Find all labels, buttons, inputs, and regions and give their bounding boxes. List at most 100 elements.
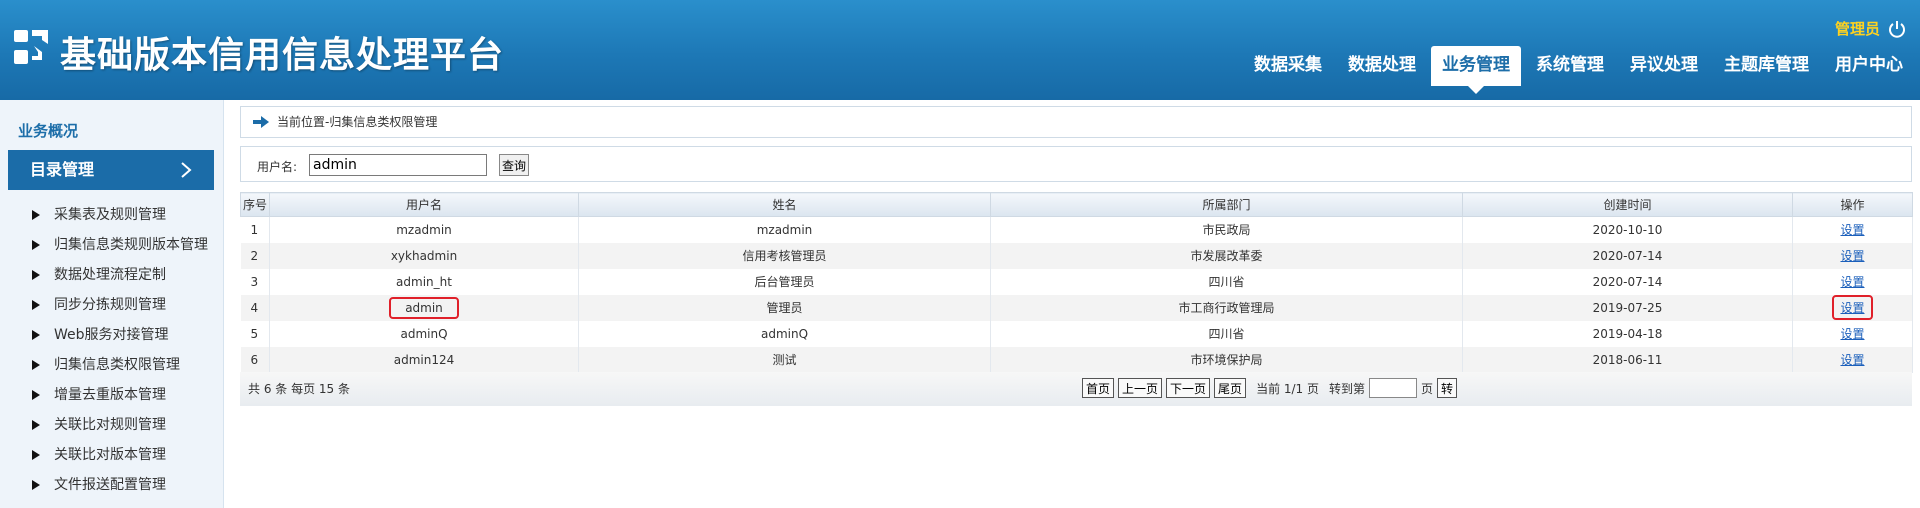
sidebar-item[interactable]: 增量去重版本管理 <box>0 380 224 410</box>
cell-department: 市民政局 <box>990 216 1463 243</box>
username-search-input[interactable] <box>309 154 487 176</box>
triangle-right-icon <box>32 210 40 220</box>
cell-action: 设置 <box>1792 294 1913 321</box>
last-page-button[interactable]: 尾页 <box>1214 378 1247 398</box>
chevron-right-icon <box>181 162 192 178</box>
cell-department: 四川省 <box>990 320 1463 347</box>
goto-button[interactable]: 转 <box>1437 378 1458 398</box>
col-header-username: 用户名 <box>269 192 579 217</box>
user-name[interactable]: 管理员 <box>1835 18 1880 39</box>
pager-summary: 共 6 条 每页 15 条 <box>248 382 350 396</box>
power-icon[interactable] <box>1888 20 1906 38</box>
sidebar-item[interactable]: 文件报送配置管理 <box>0 470 224 500</box>
goto-page-input[interactable] <box>1369 378 1418 398</box>
sidebar-active-label: 目录管理 <box>30 160 95 179</box>
cell-index: 4 <box>240 294 270 321</box>
user-area: 管理员 <box>1835 18 1906 39</box>
highlighted-username: admin <box>389 296 459 319</box>
current-page-text: 当前 1/1 页 <box>1256 381 1320 396</box>
sidebar-item[interactable]: 归集信息类规则版本管理 <box>0 230 224 260</box>
settings-link[interactable]: 设置 <box>1840 275 1864 289</box>
table-header-row: 序号 用户名 姓名 所属部门 创建时间 操作 <box>240 192 1913 217</box>
cell-created: 2019-07-25 <box>1462 294 1793 321</box>
settings-link[interactable]: 设置 <box>1840 249 1864 263</box>
page-unit-label: 页 <box>1421 381 1434 396</box>
cell-index: 3 <box>240 268 270 295</box>
sidebar-active-catalog[interactable]: 目录管理 <box>8 150 214 190</box>
cell-created: 2020-10-10 <box>1462 216 1793 243</box>
triangle-right-icon <box>32 270 40 280</box>
nav-theme-library[interactable]: 主题库管理 <box>1713 46 1820 86</box>
cell-index: 1 <box>240 216 270 243</box>
pager: 共 6 条 每页 15 条 首页 上一页 下一页 尾页 当前 1/1 页 转到第… <box>240 372 1912 406</box>
cell-created: 2019-04-18 <box>1462 320 1793 347</box>
cell-name: mzadmin <box>578 216 991 243</box>
first-page-button[interactable]: 首页 <box>1082 378 1115 398</box>
triangle-right-icon <box>32 240 40 250</box>
sidebar-overview[interactable]: 业务概况 <box>18 120 78 141</box>
sidebar-item[interactable]: 关联比对版本管理 <box>0 440 224 470</box>
cell-name: adminQ <box>578 320 991 347</box>
nav-objection-handling[interactable]: 异议处理 <box>1619 46 1709 86</box>
prev-page-button[interactable]: 上一页 <box>1118 378 1163 398</box>
nav-user-center[interactable]: 用户中心 <box>1824 46 1914 86</box>
nav-business-management[interactable]: 业务管理 <box>1431 46 1521 94</box>
cell-created: 2020-07-14 <box>1462 268 1793 295</box>
breadcrumb-text: 当前位置-归集信息类权限管理 <box>277 115 438 129</box>
header: 基础版本信用信息处理平台 管理员 数据采集 数据处理 业务管理 系统管理 异议处… <box>0 0 1920 100</box>
cell-department: 四川省 <box>990 268 1463 295</box>
col-header-index: 序号 <box>240 192 270 217</box>
cell-name: 信用考核管理员 <box>578 242 991 269</box>
cell-action: 设置 <box>1792 242 1913 269</box>
pager-controls: 首页 上一页 下一页 尾页 当前 1/1 页 转到第 页 转 <box>1082 378 1458 398</box>
sidebar-item[interactable]: 数据处理流程定制 <box>0 260 224 290</box>
cell-action: 设置 <box>1792 216 1913 243</box>
cell-username: admin_ht <box>269 268 579 295</box>
cell-username: mzadmin <box>269 216 579 243</box>
cell-action: 设置 <box>1792 346 1913 373</box>
sidebar-item[interactable]: 同步分拣规则管理 <box>0 290 224 320</box>
cell-department: 市环境保护局 <box>990 346 1463 373</box>
cell-name: 后台管理员 <box>578 268 991 295</box>
sidebar-item[interactable]: 关联比对规则管理 <box>0 410 224 440</box>
nav-data-processing[interactable]: 数据处理 <box>1337 46 1427 86</box>
logo-icon <box>14 30 48 64</box>
sidebar-item[interactable]: 采集表及规则管理 <box>0 200 224 230</box>
cell-department: 市工商行政管理局 <box>990 294 1463 321</box>
triangle-right-icon <box>32 300 40 310</box>
triangle-right-icon <box>32 450 40 460</box>
sidebar-item[interactable]: Web服务对接管理 <box>0 320 224 350</box>
breadcrumb: 当前位置-归集信息类权限管理 <box>240 106 1912 138</box>
table-row: 4 admin 管理员 市工商行政管理局 2019-07-25 设置 <box>240 294 1913 321</box>
cell-action: 设置 <box>1792 320 1913 347</box>
cell-department: 市发展改革委 <box>990 242 1463 269</box>
triangle-right-icon <box>32 420 40 430</box>
cell-name: 测试 <box>578 346 991 373</box>
table-row: 5 adminQ adminQ 四川省 2019-04-18 设置 <box>240 320 1913 347</box>
table-row: 6 admin124 测试 市环境保护局 2018-06-11 设置 <box>240 346 1913 373</box>
username-label: 用户名: <box>257 160 298 174</box>
goto-label: 转到第 <box>1329 381 1366 396</box>
cell-username: xykhadmin <box>269 242 579 269</box>
sidebar-list: 采集表及规则管理 归集信息类规则版本管理 数据处理流程定制 同步分拣规则管理 W… <box>0 200 224 500</box>
next-page-button[interactable]: 下一页 <box>1166 378 1211 398</box>
col-header-name: 姓名 <box>578 192 991 217</box>
cell-created: 2020-07-14 <box>1462 242 1793 269</box>
settings-link[interactable]: 设置 <box>1840 353 1864 367</box>
col-header-created: 创建时间 <box>1462 192 1793 217</box>
settings-link[interactable]: 设置 <box>1840 301 1864 315</box>
query-button[interactable]: 查询 <box>499 154 529 176</box>
nav-data-collection[interactable]: 数据采集 <box>1243 46 1333 86</box>
settings-link[interactable]: 设置 <box>1840 327 1864 341</box>
triangle-right-icon <box>32 360 40 370</box>
table-row: 2 xykhadmin 信用考核管理员 市发展改革委 2020-07-14 设置 <box>240 242 1913 269</box>
sidebar-item[interactable]: 归集信息类权限管理 <box>0 350 224 380</box>
settings-link[interactable]: 设置 <box>1840 223 1864 237</box>
triangle-right-icon <box>32 330 40 340</box>
app-title: 基础版本信用信息处理平台 <box>60 35 505 76</box>
col-header-department: 所属部门 <box>990 192 1463 217</box>
table-row: 3 admin_ht 后台管理员 四川省 2020-07-14 设置 <box>240 268 1913 295</box>
nav-system-management[interactable]: 系统管理 <box>1525 46 1615 86</box>
user-table: 序号 用户名 姓名 所属部门 创建时间 操作 1 mzadmin mzadmin… <box>240 192 1913 373</box>
cell-action: 设置 <box>1792 268 1913 295</box>
